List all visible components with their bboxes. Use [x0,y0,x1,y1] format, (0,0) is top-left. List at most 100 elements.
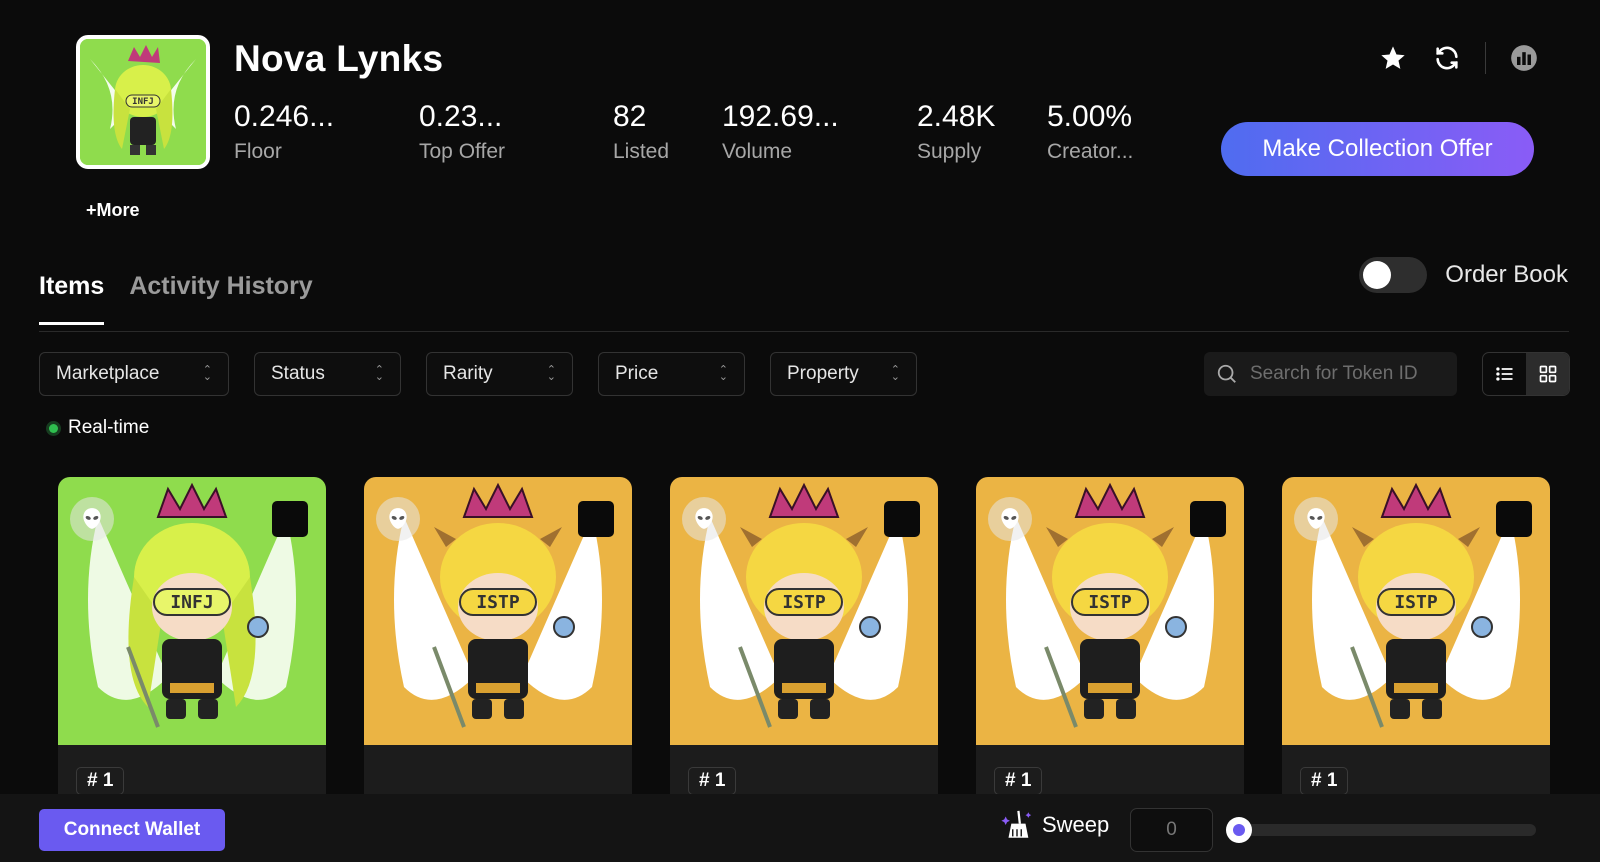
chevron-updown-icon: ⌃ ⌄ [718,364,728,383]
token-badge: # 1 [994,767,1043,795]
alien-icon [376,497,420,541]
collection-avatar: INFJ [76,35,210,169]
stat-creator-fee: 5.00% Creator... [1047,100,1133,164]
header-divider [1485,42,1486,74]
collection-title: Nova Lynks [234,38,444,79]
select-checkbox[interactable] [1190,501,1226,537]
sweep-slider[interactable] [1226,817,1536,843]
stat-label: Supply [917,140,982,163]
filter-marketplace[interactable]: Marketplace ⌃ ⌄ [39,352,229,396]
item-card[interactable]: ISTP # 1 [670,477,938,817]
filter-price[interactable]: Price ⌃ ⌄ [598,352,745,396]
item-artwork: ISTP [670,477,938,745]
order-book-label: Order Book [1445,261,1568,288]
item-artwork: ISTP [364,477,632,745]
filter-label: Rarity [443,363,493,384]
tab-items[interactable]: Items [39,272,105,325]
item-art-label: ISTP [782,592,826,613]
sweep-label: Sweep [1042,812,1110,837]
filter-label: Status [271,363,325,384]
filter-label: Price [615,363,659,384]
stat-label: Floor [234,140,282,163]
item-card[interactable]: ISTP # 1 [1282,477,1550,817]
filter-label: Property [787,363,859,384]
realtime-dot [49,423,58,433]
content-tabs: Items Activity History [39,272,313,325]
alien-icon [988,497,1032,541]
stat-value: 82 [613,100,647,133]
stat-listed: 82 Listed [613,100,669,164]
stat-top-offer: 0.23... Top Offer [419,100,505,164]
stat-value: 2.48K [917,100,996,133]
realtime-indicator: Real-time [49,417,149,439]
token-search [1204,352,1457,396]
stat-volume: 192.69... Volume [722,100,839,164]
grid-view-button[interactable] [1526,353,1569,395]
search-input[interactable] [1250,363,1440,385]
view-mode-toggle [1482,352,1570,396]
select-checkbox[interactable] [272,501,308,537]
stat-floor: 0.246... Floor [234,100,334,164]
token-badge: # 1 [76,767,125,795]
chevron-updown-icon: ⌃ ⌄ [374,364,384,383]
filter-rarity[interactable]: Rarity ⌃ ⌄ [426,352,573,396]
alien-icon [70,497,114,541]
select-checkbox[interactable] [884,501,920,537]
filter-label: Marketplace [56,363,160,384]
connect-wallet-button[interactable]: Connect Wallet [39,809,225,851]
collection-header: INFJ Nova Lynks 0.246... Floor 0.23... T… [0,0,1600,240]
order-book-toggle[interactable] [1359,257,1428,293]
item-card[interactable]: ISTP [364,477,632,817]
chart-brand-icon[interactable] [1508,42,1540,74]
alien-icon [682,497,726,541]
order-book-toggle-group: Order Book [1359,257,1568,293]
item-card[interactable]: INFJ # 1 [58,477,326,817]
select-checkbox[interactable] [578,501,614,537]
stat-label: Listed [613,140,670,163]
stat-value: 0.23... [419,100,503,133]
slider-thumb[interactable] [1226,817,1252,843]
search-icon [1217,364,1236,383]
sweep-footer: Connect Wallet Sweep [0,794,1600,862]
chevron-updown-icon: ⌃ ⌄ [546,364,556,383]
make-collection-offer-button[interactable]: Make Collection Offer [1221,122,1534,176]
refresh-icon[interactable] [1431,42,1463,74]
sweep-quantity-input[interactable] [1130,808,1213,852]
filter-property[interactable]: Property ⌃ ⌄ [770,352,917,396]
item-art-label: INFJ [170,592,213,613]
grid-icon [1539,365,1556,383]
alien-icon [1294,497,1338,541]
header-actions [1377,42,1540,74]
more-button[interactable]: +More [86,200,140,221]
list-view-button[interactable] [1483,353,1526,395]
tab-activity-history[interactable]: Activity History [129,272,312,325]
toggle-knob [1363,261,1392,289]
star-icon[interactable] [1377,42,1409,74]
item-grid: INFJ # 1 ISTP ISTP # 1 ISTP # 1 ISTP # 1 [58,477,1550,817]
stat-value: 0.246... [234,100,335,133]
item-artwork: ISTP [976,477,1244,745]
item-card[interactable]: ISTP # 1 [976,477,1244,817]
stat-label: Creator... [1047,140,1134,163]
sweep-group: Sweep [1000,808,1109,842]
filter-bar: Marketplace ⌃ ⌄ Status ⌃ ⌄ Rarity ⌃ ⌄ Price… [39,352,917,396]
chevron-updown-icon: ⌃ ⌄ [890,364,900,383]
filter-status[interactable]: Status ⌃ ⌄ [254,352,401,396]
svg-text:INFJ: INFJ [132,97,154,107]
item-artwork: ISTP [1282,477,1550,745]
avatar-art: INFJ [80,39,206,165]
item-art-label: ISTP [1394,592,1438,613]
stat-label: Top Offer [419,140,505,163]
broom-icon [1001,810,1032,838]
token-badge: # 1 [688,767,737,795]
item-art-label: ISTP [1088,592,1132,613]
stat-supply: 2.48K Supply [917,100,995,164]
list-icon [1495,367,1512,381]
stat-value: 192.69... [722,100,839,133]
stat-value: 5.00% [1047,100,1133,133]
item-art-label: ISTP [476,592,520,613]
token-badge: # 1 [1300,767,1349,795]
select-checkbox[interactable] [1496,501,1532,537]
stat-label: Volume [722,140,793,163]
item-artwork: INFJ [58,477,326,745]
